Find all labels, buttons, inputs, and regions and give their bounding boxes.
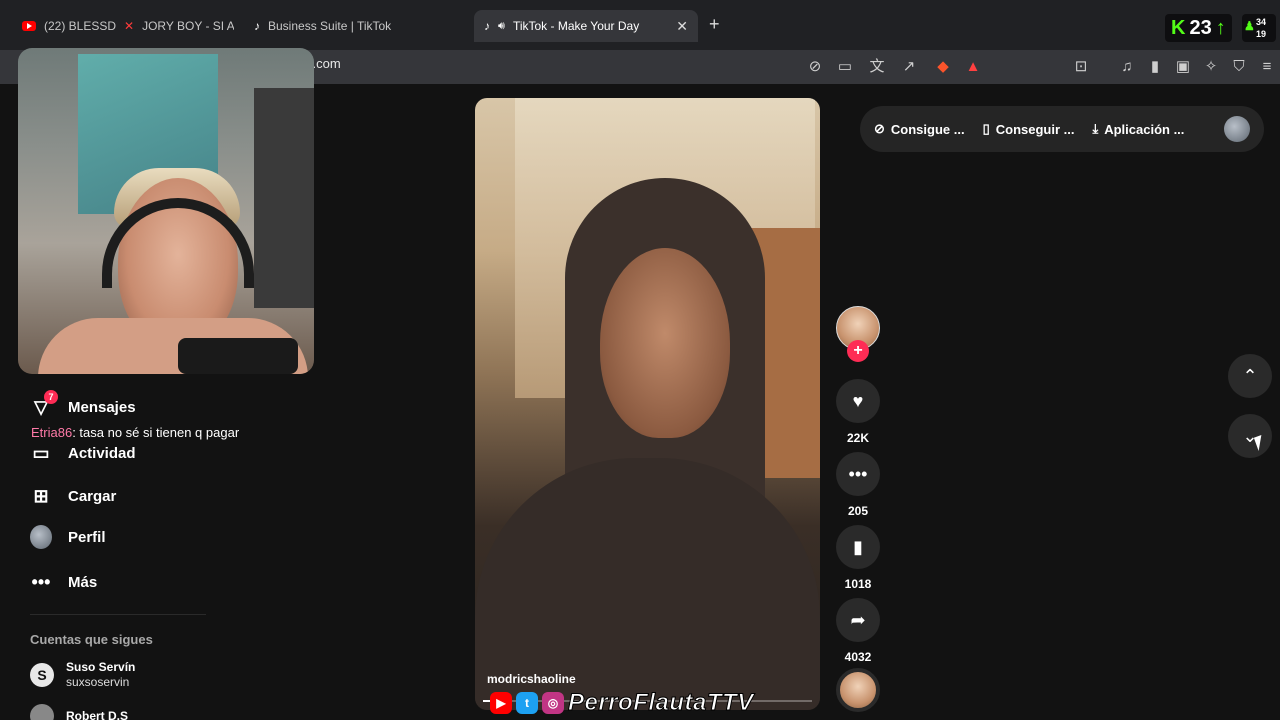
tab-youtube[interactable]: (22) BLESSD ✕ JORY BOY - SI A BUE — [12, 10, 234, 42]
close-tab-icon[interactable]: ✕ — [676, 18, 688, 35]
download-icon: ⤓ — [1092, 121, 1099, 136]
sidebar-item-label: Mensajes — [68, 398, 136, 416]
tab-label: TikTok - Make Your Day — [512, 19, 640, 33]
sidebar-item-label: Perfil — [68, 528, 106, 546]
music-disc-avatar[interactable] — [836, 668, 880, 712]
kick-count: 23 — [1189, 16, 1212, 39]
save-count: 1018 — [844, 577, 872, 591]
more-icon: ••• — [31, 571, 51, 592]
like-action[interactable]: ♥ 22K — [836, 379, 880, 445]
tab-business-suite[interactable]: ♪ Business Suite | TikTok — [244, 10, 464, 42]
tiktok-icon: ♪ — [484, 19, 490, 33]
viewer-count-bottom: 19 — [1256, 29, 1267, 39]
viewer-count-top: 34 — [1256, 17, 1267, 27]
youtube-icon — [22, 21, 36, 31]
tab-label: Business Suite | TikTok — [268, 19, 392, 33]
leo-ai-icon[interactable]: ✧ — [1200, 56, 1222, 78]
sidebar-icon[interactable]: ▮ — [1144, 56, 1166, 78]
arrow-up-icon: ↑ — [1215, 16, 1226, 39]
following-heading: Cuentas que sigues — [30, 632, 153, 647]
streamer-webcam — [18, 48, 314, 374]
heart-icon[interactable]: ♥ — [836, 379, 880, 423]
bookmark-icon[interactable]: ▮ — [836, 525, 880, 569]
cast-icon[interactable]: ▭ — [834, 56, 856, 78]
instagram-icon: ◎ — [542, 692, 564, 714]
video-progress-fill — [483, 700, 490, 702]
sidebar-item-cargar[interactable]: ⊞ Cargar — [30, 485, 116, 507]
comment-count: 205 — [847, 504, 869, 518]
follow-plus-button[interactable]: + — [847, 340, 869, 362]
viewer-counter: 34 19 — [1242, 14, 1276, 42]
phone-icon: ▯ — [982, 121, 990, 136]
next-video-button[interactable]: ⌄ — [1228, 414, 1272, 458]
download-app-button[interactable]: ⤓ Aplicación ... — [1092, 121, 1184, 137]
previous-video-button[interactable]: ⌃ — [1228, 354, 1272, 398]
share-icon[interactable]: ↗ — [898, 56, 920, 78]
browser-tab-bar: (22) BLESSD ✕ JORY BOY - SI A BUE ♪ Busi… — [0, 0, 1280, 50]
chat-text: : tasa no sé si tienen q pagar — [72, 425, 240, 440]
following-account[interactable]: S Suso Servín suxsoservin — [30, 660, 135, 690]
send-icon: ▽ 7 — [30, 390, 58, 418]
profile-avatar[interactable] — [1224, 116, 1250, 142]
new-tab-button[interactable]: + — [709, 14, 720, 35]
menu-icon[interactable]: ≡ — [1256, 56, 1278, 78]
get-coins-button[interactable]: ⊘ Consigue ... — [874, 121, 965, 137]
sidebar-item-mensajes[interactable]: ▽ 7 Mensajes — [30, 390, 136, 418]
close-icon: ✕ — [124, 19, 135, 33]
coin-icon: ⊘ — [874, 121, 885, 136]
avatar — [30, 525, 52, 549]
kick-follower-badge: K 23 ↑ — [1165, 14, 1232, 42]
youtube-icon: ▶ — [490, 692, 512, 714]
streamer-overlay: ▶ t ◎ PerroFlautaTTV — [490, 689, 754, 717]
chat-username: Etria86 — [31, 425, 73, 440]
share-action[interactable]: ➦ 4032 — [836, 598, 880, 664]
tab-tiktok[interactable]: ♪ 🔊︎ TikTok - Make Your Day ✕ — [474, 10, 698, 42]
avatar: S — [30, 663, 54, 687]
account-handle: suxsoservin — [66, 675, 130, 689]
account-name: Suso Servín — [66, 660, 136, 674]
sidebar-item-label: Actividad — [68, 444, 136, 462]
sidebar-divider — [30, 614, 206, 615]
sidebar-item-actividad[interactable]: ▭ Actividad — [30, 442, 136, 464]
sidebar-item-mas[interactable]: ••• Más — [30, 571, 98, 593]
music-icon[interactable]: ♫ — [1116, 56, 1138, 78]
tab-label-extra: JORY BOY - SI A BUE — [142, 19, 234, 33]
wallet-icon[interactable]: ▣ — [1172, 56, 1194, 78]
video-player[interactable]: modricshaoline — [475, 98, 820, 710]
like-count: 22K — [846, 431, 869, 445]
chat-bubble-icon: ▭ — [32, 442, 50, 463]
account-name: Robert D.S — [66, 708, 129, 720]
no-tracking-icon[interactable]: ⊘ — [804, 56, 826, 78]
speaker-icon: 🔊︎ — [498, 19, 505, 32]
get-app-button[interactable]: ▯ Conseguir ... — [983, 121, 1075, 137]
top-actions-bar: ⊘ Consigue ... ▯ Conseguir ... ⤓ Aplicación… — [860, 106, 1264, 152]
video-author[interactable]: modricshaoline — [487, 672, 576, 686]
twitter-icon: t — [516, 692, 538, 714]
sidebar-item-perfil[interactable]: Perfil — [30, 525, 106, 549]
messages-badge: 7 — [44, 390, 58, 404]
comment-icon[interactable]: ••• — [836, 452, 880, 496]
translate-icon[interactable]: 文 — [866, 56, 888, 78]
tiktok-icon: ♪ — [254, 19, 260, 33]
streamer-name: PerroFlautaTTV — [568, 689, 754, 717]
screenshot-icon[interactable]: ⊡ — [1070, 56, 1092, 78]
share-arrow-icon[interactable]: ➦ — [836, 598, 880, 642]
kick-logo-icon: K — [1171, 16, 1186, 39]
tab-label: (22) BLESSD — [44, 19, 117, 33]
brave-shield-icon[interactable]: ◆ — [932, 56, 954, 78]
share-count: 4032 — [844, 650, 872, 664]
stream-chat-message: Etria86: tasa no sé si tienen q pagar — [31, 425, 239, 440]
brave-rewards-icon[interactable]: ▲ — [962, 56, 984, 78]
avatar — [30, 704, 54, 720]
sidebar-item-label: Más — [68, 573, 98, 591]
sidebar-item-label: Cargar — [68, 487, 117, 505]
vpn-icon[interactable]: ⛉ — [1228, 56, 1250, 78]
plus-square-icon: ⊞ — [33, 485, 49, 506]
chevron-up-icon: ⌃ — [1242, 365, 1258, 386]
comment-action[interactable]: ••• 205 — [836, 452, 880, 518]
screen: (22) BLESSD ✕ JORY BOY - SI A BUE ♪ Busi… — [0, 0, 1280, 720]
following-account[interactable]: Robert D.S — [30, 704, 128, 720]
save-action[interactable]: ▮ 1018 — [836, 525, 880, 591]
